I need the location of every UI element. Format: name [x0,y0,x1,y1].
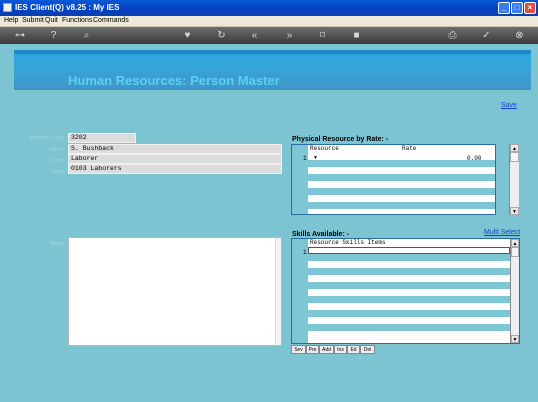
class-label: Class [50,158,64,164]
team-label: Team [50,169,64,175]
del-button[interactable]: Del [360,345,375,354]
skills-grid-scrollbar[interactable]: ▲ ▼ [510,239,519,343]
individual-key-field[interactable]: 3202 [68,133,136,143]
skills-grid-col-items: Resource Skills Items [310,239,386,246]
menu-commands[interactable]: Commands [93,17,129,24]
team-field[interactable]: 0103 Laborers [68,164,282,174]
stop-icon[interactable]: ■ [350,29,363,42]
maximize-icon[interactable]: □ [511,2,523,14]
scroll-up-icon[interactable]: ▲ [510,144,519,152]
search-icon[interactable]: ⌕ [80,29,93,42]
bookmark-icon[interactable]: ⌑ [316,29,329,42]
rate-grid: Resource Rate 1 ▼ 0.00 [291,144,496,215]
refresh-icon[interactable]: ↻ [215,29,228,42]
menu-bar: Help Submit Quit Functions Commands [0,16,538,27]
close-icon[interactable]: × [524,2,536,14]
back-icon[interactable]: « [248,29,261,42]
rate-cell[interactable]: 0.00 [467,155,481,162]
rate-grid-col-resource: Resource [310,145,339,152]
check-icon[interactable]: ✓ [480,29,493,42]
scroll-thumb[interactable] [510,152,519,162]
scroll-down-icon[interactable]: ▼ [510,207,519,215]
resource-dropdown-icon[interactable]: ▼ [314,155,317,161]
app-icon [3,3,12,12]
toolbar: ⊶ ? ⌕ ♥ ↻ « » ⌑ ■ ⎙ ✓ ⊗ [0,27,538,44]
heart-icon[interactable]: ♥ [181,29,194,42]
multi-select-link[interactable]: Multi Select [484,229,520,236]
skills-grid-rows [308,247,510,338]
add-button[interactable]: Add [319,345,334,354]
rate-grid-title: Physical Resource by Rate: - [292,136,389,143]
left-strip [0,44,14,402]
ed-button[interactable]: Ed [347,345,360,354]
menu-help[interactable]: Help [4,17,18,24]
help-icon[interactable]: ? [47,29,60,42]
sev-button[interactable]: Sev [291,345,306,354]
name-label: Name [49,147,64,153]
forward-icon[interactable]: » [283,29,296,42]
exit-icon[interactable]: ⊗ [513,29,526,42]
menu-submit[interactable]: Submit [22,17,44,24]
rate-row-number: 1 [303,155,307,162]
window-title: IES Client(Q) v8.25 : My IES [15,3,120,12]
rate-grid-col-rate: Rate [402,145,417,152]
class-field[interactable]: Laborer [68,154,282,164]
individual-key-label: Individual Key [29,135,64,141]
menu-functions[interactable]: Functions [62,17,92,24]
skills-grid: Resource Skills Items 1 ▲ ▼ [291,238,520,344]
title-bar: IES Client(Q) v8.25 : My IES _ □ × [0,0,538,16]
notes-textarea[interactable] [68,237,282,346]
scroll-up-icon[interactable]: ▲ [511,239,519,247]
skills-row-number: 1 [303,249,307,256]
scroll-down-icon[interactable]: ▼ [511,335,519,343]
name-field[interactable]: S. Bushback [68,144,282,154]
skills-grid-buttons: Sev Pre Add Ins Ed Del [291,345,391,355]
scroll-thumb[interactable] [511,247,519,257]
notes-scrollbar[interactable] [275,238,281,345]
print-icon[interactable]: ⎙ [446,29,459,42]
ins-button[interactable]: Ins [334,345,347,354]
pre-button[interactable]: Pre [306,345,319,354]
page-banner: Human Resources: Person Master [14,50,531,90]
page-title: Human Resources: Person Master [68,73,280,88]
key-icon[interactable]: ⊶ [10,29,30,42]
minimize-icon[interactable]: _ [498,2,510,14]
menu-quit[interactable]: Quit [45,17,58,24]
notes-label: Notes [49,241,64,247]
skills-grid-title: Skills Available: - [292,231,350,238]
rate-grid-scrollbar[interactable]: ▲ ▼ [509,144,519,215]
save-link[interactable]: Save [501,102,517,109]
